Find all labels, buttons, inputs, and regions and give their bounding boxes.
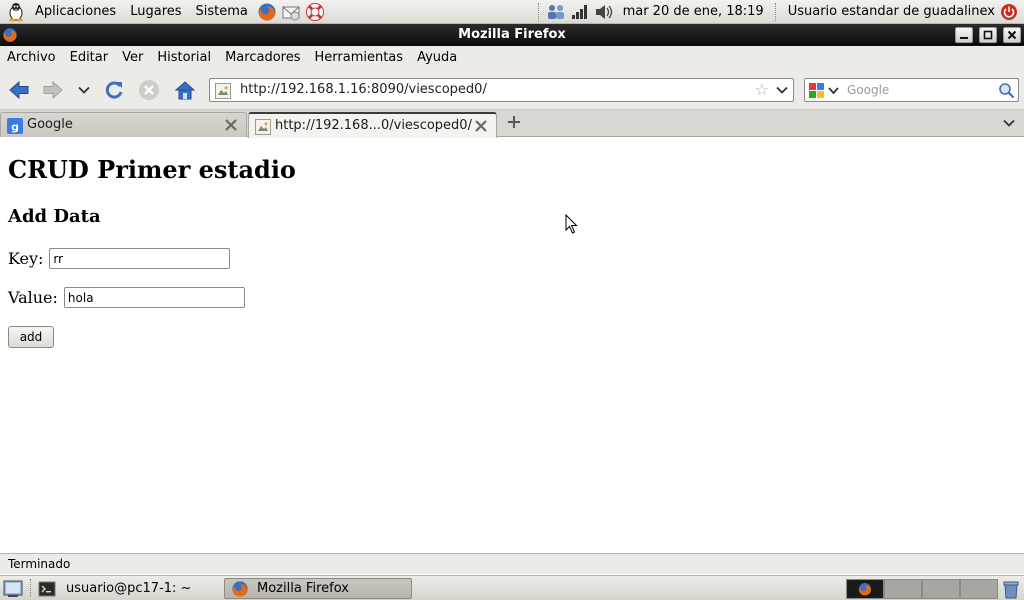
key-row: Key:: [8, 248, 231, 269]
show-desktop-icon[interactable]: [3, 579, 23, 598]
help-launcher-icon[interactable]: [304, 1, 326, 23]
window-titlebar[interactable]: Mozilla Firefox: [0, 24, 1024, 46]
tab-google[interactable]: g Google: [0, 112, 247, 137]
tab-viescoped0[interactable]: http://192.168...0/viescoped0/: [248, 112, 497, 138]
forward-button[interactable]: [41, 78, 65, 102]
task-label: Mozilla Firefox: [257, 581, 349, 596]
task-firefox[interactable]: Mozilla Firefox: [224, 578, 412, 599]
window-title: Mozilla Firefox: [458, 27, 566, 42]
menu-ver[interactable]: Ver: [115, 46, 150, 70]
list-all-tabs-icon[interactable]: [1000, 115, 1018, 131]
site-favicon-icon: [255, 119, 271, 135]
search-bar[interactable]: Google: [804, 78, 1019, 102]
workspace-1[interactable]: [846, 579, 884, 599]
value-row: Value:: [8, 287, 245, 308]
top-panel: Aplicaciones Lugares Sistema mar 20 de e…: [0, 0, 1024, 24]
workspace-2[interactable]: [884, 579, 922, 599]
key-input[interactable]: [49, 248, 231, 269]
home-button[interactable]: [173, 78, 197, 102]
menu-archivo[interactable]: Archivo: [0, 46, 63, 70]
search-go-icon[interactable]: [998, 82, 1015, 99]
search-placeholder: Google: [847, 83, 890, 97]
key-label: Key:: [8, 249, 44, 268]
menu-historial[interactable]: Historial: [150, 46, 218, 70]
menu-lugares[interactable]: Lugares: [123, 0, 188, 24]
menu-ayuda[interactable]: Ayuda: [410, 46, 464, 70]
new-tab-icon[interactable]: [505, 113, 523, 131]
mail-launcher-icon[interactable]: [280, 1, 302, 23]
workspace-4[interactable]: [960, 579, 998, 599]
search-engine-selector[interactable]: [808, 82, 842, 100]
add-button[interactable]: add: [8, 326, 54, 348]
page-title: CRUD Primer estadio: [8, 155, 296, 184]
maximize-button[interactable]: [979, 27, 997, 43]
menu-herramientas[interactable]: Herramientas: [308, 46, 411, 70]
svg-text:g: g: [11, 121, 19, 134]
close-tab-icon[interactable]: [224, 118, 238, 132]
url-bar[interactable]: http://192.168.1.16:8090/viescoped0/ ☆: [209, 78, 794, 102]
stop-button[interactable]: [137, 78, 161, 102]
mouse-cursor-icon: [565, 213, 579, 234]
minimize-button[interactable]: [955, 27, 973, 43]
page-content: CRUD Primer estadio Add Data Key: Value:…: [0, 138, 1024, 553]
trash-icon[interactable]: [1001, 579, 1021, 599]
bottom-panel: usuario@pc17-1: ~ Mozilla Firefox: [0, 575, 1024, 600]
clock[interactable]: mar 20 de ene, 18:19: [616, 0, 771, 24]
bookmark-star-icon[interactable]: ☆: [755, 81, 769, 99]
site-favicon-icon: [215, 83, 231, 99]
workspace-3[interactable]: [922, 579, 960, 599]
terminal-icon: [38, 581, 56, 597]
signal-strength-icon[interactable]: [569, 1, 591, 23]
menu-sistema[interactable]: Sistema: [189, 0, 255, 24]
firefox-icon: [231, 580, 249, 598]
panel-separator: [30, 579, 32, 597]
user-menu[interactable]: Usuario estandar de guadalinex: [781, 0, 997, 24]
panel-separator: [537, 2, 540, 21]
url-text[interactable]: http://192.168.1.16:8090/viescoped0/: [240, 79, 487, 101]
tab-label: Google: [27, 117, 73, 132]
value-input[interactable]: [63, 287, 245, 308]
status-bar: Terminado: [0, 553, 1024, 574]
menubar: Archivo Editar Ver Historial Marcadores …: [0, 46, 1024, 70]
value-label: Value:: [8, 288, 58, 307]
history-dropdown-icon[interactable]: [72, 78, 96, 102]
panel-separator: [774, 2, 777, 21]
google-favicon-icon: g: [7, 118, 23, 134]
volume-icon[interactable]: [593, 1, 615, 23]
task-terminal[interactable]: usuario@pc17-1: ~: [38, 578, 218, 599]
close-window-button[interactable]: [1003, 27, 1021, 43]
task-label: usuario@pc17-1: ~: [66, 581, 192, 596]
menu-editar[interactable]: Editar: [63, 46, 116, 70]
network-users-icon[interactable]: [545, 1, 567, 23]
gnome-foot-icon[interactable]: [5, 1, 27, 23]
tab-label: http://192.168...0/viescoped0/: [275, 118, 472, 133]
menu-aplicaciones[interactable]: Aplicaciones: [28, 0, 123, 24]
menu-marcadores[interactable]: Marcadores: [218, 46, 307, 70]
url-history-dropdown-icon[interactable]: [775, 82, 789, 98]
reload-button[interactable]: [102, 78, 126, 102]
section-title: Add Data: [8, 206, 101, 227]
power-icon[interactable]: [998, 1, 1020, 23]
status-text: Terminado: [8, 557, 71, 571]
firefox-launcher-icon[interactable]: [256, 1, 278, 23]
back-button[interactable]: [7, 78, 31, 102]
close-tab-icon[interactable]: [474, 119, 488, 133]
